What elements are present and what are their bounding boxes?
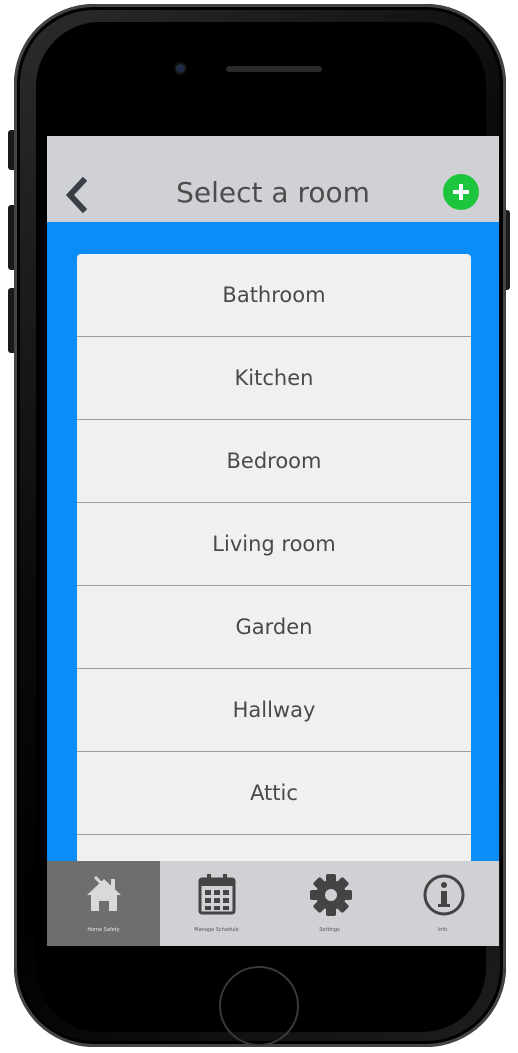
room-list: Bathroom Kitchen Bedroom Living room Gar…	[77, 254, 471, 864]
navigation-bar: Select a room	[47, 136, 499, 222]
room-item-hallway[interactable]: Hallway	[77, 669, 471, 752]
tab-home-safety[interactable]: Home Safety	[47, 861, 160, 946]
tab-label: Manage Schedule	[194, 927, 239, 933]
tab-label: Info	[437, 927, 448, 933]
front-camera	[176, 64, 185, 73]
page-title: Select a room	[176, 176, 370, 209]
plus-circle-icon	[453, 184, 469, 200]
tab-label: Home Safety	[87, 927, 120, 933]
house-tools-icon	[87, 875, 121, 911]
add-room-button[interactable]	[443, 174, 479, 210]
room-item-kitchen[interactable]: Kitchen	[77, 337, 471, 420]
home-button[interactable]	[219, 966, 299, 1046]
room-item-attic[interactable]: Attic	[77, 752, 471, 835]
tab-info[interactable]: Info	[386, 861, 499, 946]
earpiece-speaker	[226, 66, 322, 72]
room-item-living-room[interactable]: Living room	[77, 503, 471, 586]
room-item-bedroom[interactable]: Bedroom	[77, 420, 471, 503]
app-screen: Select a room Bathroom Kitchen Bedroom L…	[47, 136, 499, 946]
room-item-garden[interactable]: Garden	[77, 586, 471, 669]
gear-icon	[310, 874, 352, 916]
tab-manage-schedule[interactable]: Manage Schedule	[160, 861, 273, 946]
room-item-bathroom[interactable]: Bathroom	[77, 254, 471, 337]
info-icon	[423, 874, 465, 916]
tab-label: Settings	[319, 927, 340, 933]
room-item-partial[interactable]	[77, 835, 471, 864]
calendar-icon	[198, 874, 236, 915]
tab-settings[interactable]: Settings	[273, 861, 386, 946]
tab-bar: Home Safety Manage Schedule Settings Inf…	[47, 861, 499, 946]
